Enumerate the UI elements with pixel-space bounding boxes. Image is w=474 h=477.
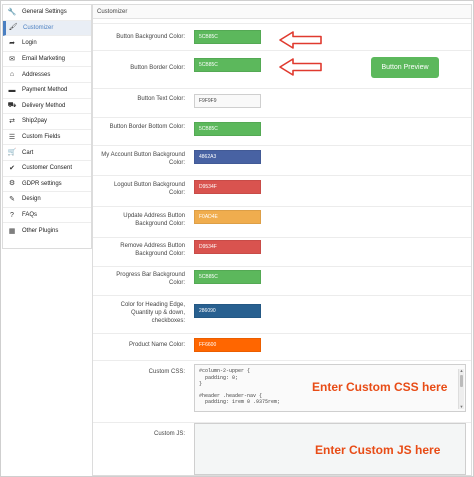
color-setting-row: Product Name Color: <box>93 333 471 361</box>
sidebar-item-label: Design <box>22 196 41 203</box>
scroll-thumb[interactable] <box>460 375 463 387</box>
sidebar-item-label: Login <box>22 40 37 47</box>
scroll-up-icon[interactable]: ▲ <box>459 369 464 373</box>
color-setting-row: Logout Button Background Color: <box>93 175 471 207</box>
custom-js-annotation: Enter Custom JS here <box>315 443 441 457</box>
consent-icon: ✔ <box>9 164 15 172</box>
sidebar-item-payment-method[interactable]: ▬ Payment Method <box>3 83 91 99</box>
sidebar-item-design[interactable]: ✎ Design <box>3 192 91 208</box>
sidebar-item-label: Email Marketing <box>22 56 66 63</box>
sidebar-item-login[interactable]: ➦ Login <box>3 36 91 52</box>
sidebar-item-delivery-method[interactable]: ⛟ Delivery Method <box>3 99 91 115</box>
sidebar-item-cart[interactable]: 🛒 Cart <box>3 145 91 161</box>
color-picker-input[interactable]: F9F9F9 <box>194 94 261 108</box>
color-setting-label: Color for Heading Edge, Quantity up & do… <box>120 302 185 324</box>
email-icon: ✉ <box>9 55 15 63</box>
sidebar-item-label: Delivery Method <box>22 102 66 109</box>
panel-title: Customizer <box>93 5 471 19</box>
sidebar-item-label: Addresses <box>22 71 51 78</box>
custom-css-label: Custom CSS: <box>148 369 185 375</box>
code-line: padding: 1rem 0 .9375rem; <box>199 399 281 405</box>
sidebar-item-custom-fields[interactable]: ☰ Custom Fields <box>3 130 91 146</box>
color-picker-input[interactable]: 5CB85C <box>194 58 261 72</box>
color-picker-input[interactable]: D9534F <box>194 240 261 254</box>
color-setting-row: Button Text Color: <box>93 88 471 118</box>
color-setting-label: Progress Bar Background Color: <box>116 272 185 286</box>
color-picker-input[interactable]: 5CB85C <box>194 270 261 284</box>
sidebar-item-label: Cart <box>22 149 34 156</box>
color-picker-input[interactable]: F0AD4E <box>194 210 261 224</box>
sidebar-item-email-marketing[interactable]: ✉ Email Marketing <box>3 52 91 68</box>
sidebar-item-label: Custom Fields <box>22 134 61 141</box>
color-setting-row: Color for Heading Edge, Quantity up & do… <box>93 295 471 334</box>
address-icon: ⌂ <box>9 71 15 79</box>
delivery-icon: ⛟ <box>7 102 17 110</box>
brush-icon: 🖌 <box>8 24 18 32</box>
custom-css-annotation: Enter Custom CSS here <box>312 380 448 394</box>
color-picker-input[interactable]: 5CB85C <box>194 30 261 44</box>
sidebar-item-label: Other Plugins <box>22 228 59 235</box>
sidebar-item-label: Customizer <box>23 24 54 31</box>
sidebar-item-label: Payment Method <box>22 87 68 94</box>
css-scrollbar[interactable]: ▲ ▼ <box>458 369 464 409</box>
sidebar-item-customizer[interactable]: 🖌 Customizer <box>3 20 91 37</box>
login-icon: ➦ <box>9 39 15 47</box>
plugins-icon: ▦ <box>8 227 16 235</box>
color-picker-input[interactable]: D9534F <box>194 180 261 194</box>
color-setting-row: Button Background Color: <box>93 23 471 51</box>
scroll-down-icon[interactable]: ▼ <box>459 405 464 409</box>
color-setting-row: Progress Bar Background Color: <box>93 266 471 296</box>
color-picker-input[interactable]: 5CB85C <box>194 122 261 136</box>
sidebar-item-label: General Settings <box>22 9 67 16</box>
sidebar-item-label: FAQs <box>22 212 38 219</box>
sidebar-item-general-settings[interactable]: 🔧 General Settings <box>3 5 91 21</box>
sidebar-item-label: GDPR settings <box>22 180 62 187</box>
color-setting-row: Button Border Color: <box>93 50 471 89</box>
color-setting-row: Button Border Bottom Color: <box>93 117 471 146</box>
custom-js-label: Custom JS: <box>153 431 185 437</box>
sidebar-item-other-plugins[interactable]: ▦ Other Plugins <box>3 223 91 239</box>
sidebar-item-customer-consent[interactable]: ✔ Customer Consent <box>3 161 91 177</box>
wrench-icon: 🔧 <box>7 8 17 16</box>
sidebar-item-label: Customer Consent <box>22 165 73 172</box>
ship2pay-icon: ⇄ <box>9 117 15 125</box>
color-setting-label: My Account Button Background Color: <box>101 152 185 166</box>
color-setting-label: Update Address Button Background Color: <box>123 213 185 227</box>
payment-icon: ▬ <box>8 86 16 94</box>
color-picker-input[interactable]: 4862A3 <box>194 150 261 164</box>
customizer-panel: Customizer Button Preview Custom CSS: #c… <box>92 4 472 476</box>
color-setting-label: Logout Button Background Color: <box>113 182 185 196</box>
color-setting-row: Remove Address Button Background Color: <box>93 237 471 267</box>
sidebar-item-label: Ship2pay <box>22 118 48 125</box>
color-picker-input[interactable]: FF6600 <box>194 338 261 352</box>
color-setting-label: Product Name Color: <box>128 342 185 348</box>
gdpr-icon: ⚙ <box>8 180 16 188</box>
settings-sidebar: 🔧 General Settings 🖌 Customizer ➦ Login ✉ Email… <box>2 4 92 249</box>
sidebar-item-faqs[interactable]: ? FAQs <box>3 208 91 224</box>
sidebar-item-gdpr-settings[interactable]: ⚙ GDPR settings <box>3 177 91 193</box>
sidebar-item-addresses[interactable]: ⌂ Addresses <box>3 67 91 83</box>
color-setting-row: My Account Button Background Color: <box>93 145 471 176</box>
faq-icon: ? <box>10 211 14 219</box>
color-setting-label: Button Border Color: <box>130 65 185 71</box>
cart-icon: 🛒 <box>7 149 17 157</box>
color-setting-label: Remove Address Button Background Color: <box>120 243 185 257</box>
color-setting-row: Update Address Button Background Color: <box>93 206 471 238</box>
design-icon: ✎ <box>9 195 15 203</box>
sidebar-item-ship2pay[interactable]: ⇄ Ship2pay <box>3 114 91 130</box>
color-setting-label: Button Background Color: <box>116 34 185 40</box>
color-setting-label: Button Border Bottom Color: <box>109 124 185 130</box>
color-picker-input[interactable]: 286090 <box>194 304 261 318</box>
custom-fields-icon: ☰ <box>8 133 16 141</box>
color-setting-label: Button Text Color: <box>137 96 185 102</box>
